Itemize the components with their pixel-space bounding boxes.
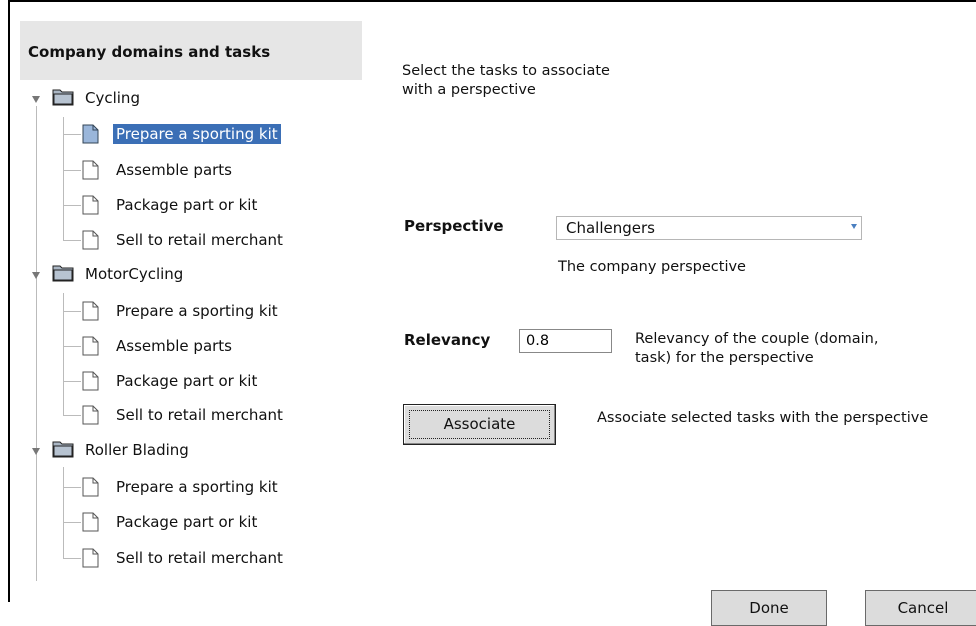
relevancy-label: Relevancy [404, 331, 491, 349]
tree-task-rollerblading-prepare[interactable]: Prepare a sporting kit [113, 473, 281, 501]
tree-line [63, 117, 64, 241]
tree-domain-roller-blading[interactable]: Roller Blading [82, 436, 192, 464]
tree-line [63, 522, 81, 523]
tree-line [63, 170, 81, 171]
document-icon [82, 160, 99, 180]
document-icon [82, 336, 99, 356]
tree-line [63, 558, 81, 559]
tree-line [63, 381, 81, 382]
task-label: Prepare a sporting kit [113, 124, 281, 144]
folder-icon [52, 440, 74, 458]
folder-icon [52, 88, 74, 106]
tree-line [63, 311, 81, 312]
task-label: Package part or kit [116, 513, 258, 531]
task-label: Prepare a sporting kit [116, 302, 278, 320]
document-icon [82, 548, 99, 568]
document-icon [82, 301, 99, 321]
document-icon [82, 371, 99, 391]
document-icon [82, 124, 99, 144]
domain-label: Roller Blading [85, 441, 189, 459]
relevancy-description-line: Relevancy of the couple (domain, [635, 331, 879, 347]
tree-task-cycling-sell[interactable]: Sell to retail merchant [113, 226, 286, 254]
tree-task-cycling-prepare[interactable]: Prepare a sporting kit [113, 120, 281, 148]
tree-line [63, 240, 81, 241]
perspective-select[interactable]: Challengers [556, 216, 862, 240]
associate-description: Associate selected tasks with the perspe… [597, 410, 929, 426]
document-icon [82, 195, 99, 215]
tree-domain-cycling[interactable]: Cycling [82, 84, 143, 112]
task-label: Assemble parts [116, 161, 232, 179]
relevancy-input[interactable] [519, 329, 612, 353]
tree-header: Company domains and tasks [20, 21, 362, 80]
expand-triangle-icon[interactable] [32, 272, 40, 279]
task-label: Sell to retail merchant [116, 549, 283, 567]
perspective-label: Perspective [404, 217, 504, 235]
instructions-line: Select the tasks to associate [402, 63, 610, 79]
expand-triangle-icon[interactable] [32, 448, 40, 455]
instructions-text: Select the tasks to associate with a per… [402, 62, 702, 100]
tree-task-cycling-assemble[interactable]: Assemble parts [113, 156, 235, 184]
tree-line [36, 106, 37, 581]
task-label: Sell to retail merchant [116, 231, 283, 249]
associate-button[interactable]: Associate [403, 404, 556, 445]
document-icon [82, 405, 99, 425]
expand-triangle-icon[interactable] [32, 96, 40, 103]
tree-line [63, 205, 81, 206]
perspective-selected-value: Challengers [566, 219, 655, 237]
done-button[interactable]: Done [711, 590, 827, 626]
task-label: Prepare a sporting kit [116, 478, 278, 496]
chevron-down-icon[interactable] [851, 224, 857, 229]
task-label: Package part or kit [116, 372, 258, 390]
tree-task-motorcycling-prepare[interactable]: Prepare a sporting kit [113, 297, 281, 325]
document-icon [82, 230, 99, 250]
tree-title: Company domains and tasks [28, 43, 271, 61]
task-label: Assemble parts [116, 337, 232, 355]
tree-line [63, 415, 81, 416]
document-icon [82, 512, 99, 532]
task-label: Package part or kit [116, 196, 258, 214]
window-border-left [8, 0, 10, 602]
tree-task-motorcycling-sell[interactable]: Sell to retail merchant [113, 401, 286, 429]
tree-domain-motorcycling[interactable]: MotorCycling [82, 260, 186, 288]
tree-task-motorcycling-package[interactable]: Package part or kit [113, 367, 260, 395]
relevancy-description-line: task) for the perspective [635, 350, 814, 366]
cancel-button[interactable]: Cancel [865, 590, 976, 626]
document-icon [82, 477, 99, 497]
tree-line [63, 487, 81, 488]
tree-task-rollerblading-sell[interactable]: Sell to retail merchant [113, 544, 286, 572]
domain-label: Cycling [85, 89, 140, 107]
tree-task-motorcycling-assemble[interactable]: Assemble parts [113, 332, 235, 360]
relevancy-description: Relevancy of the couple (domain, task) f… [635, 330, 915, 368]
domain-label: MotorCycling [85, 265, 184, 283]
tree-line [63, 467, 64, 558]
tree-task-cycling-package[interactable]: Package part or kit [113, 191, 260, 219]
instructions-line: with a perspective [402, 82, 536, 98]
tree-line [63, 134, 81, 135]
focus-ring [409, 410, 550, 439]
task-label: Sell to retail merchant [116, 406, 283, 424]
tree-line [63, 346, 81, 347]
folder-icon [52, 264, 74, 282]
window-border-top [8, 0, 976, 2]
tree-task-rollerblading-package[interactable]: Package part or kit [113, 508, 260, 536]
perspective-description: The company perspective [558, 259, 746, 275]
